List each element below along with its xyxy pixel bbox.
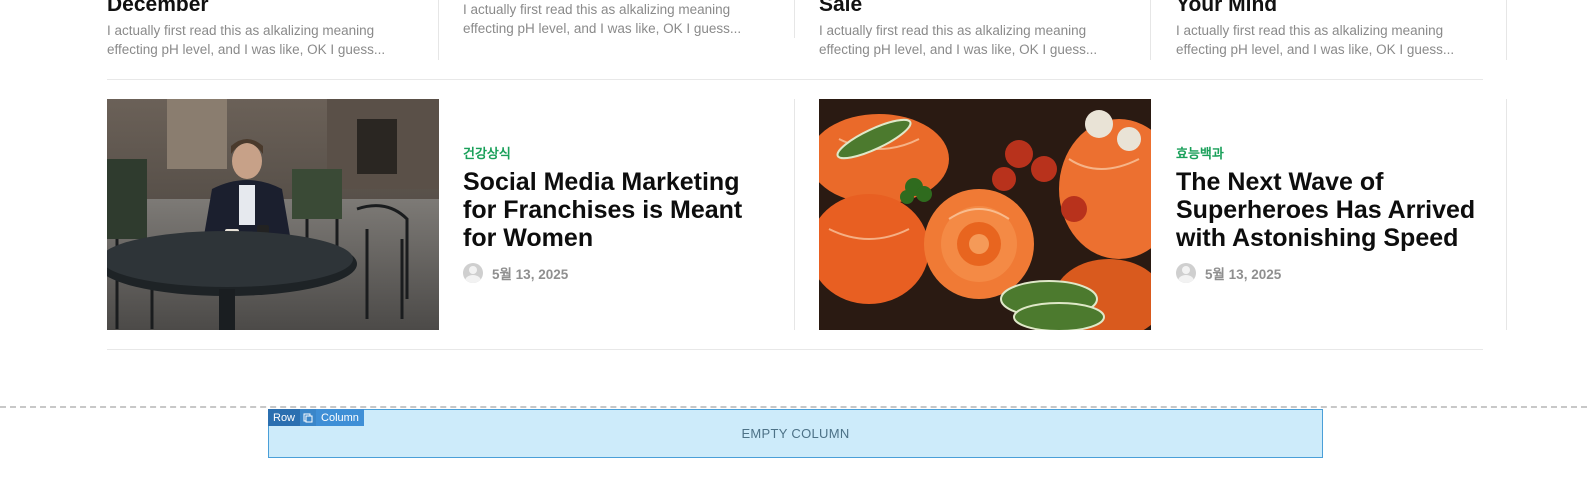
post-meta: 5월 13, 2025	[463, 263, 568, 283]
column-tab[interactable]: Column	[316, 409, 364, 426]
column-divider	[438, 0, 439, 60]
row-boundary-dashed	[0, 406, 1587, 408]
post-thumbnail-man-cafe[interactable]	[107, 99, 439, 330]
salmon-sushi-photo	[819, 99, 1151, 330]
post-date: 5월 13, 2025	[492, 267, 569, 282]
row-separator	[107, 79, 1483, 80]
post-title[interactable]: The Next Wave of Superheroes Has Arrived…	[1176, 168, 1476, 252]
post-meta: 5월 13, 2025	[1176, 263, 1281, 283]
top-card-excerpt-3: I actually first read this as alkalizing…	[819, 23, 1098, 57]
post-thumbnail-salmon-sushi[interactable]	[819, 99, 1151, 330]
column-divider	[1506, 0, 1507, 60]
empty-column-dropzone[interactable]: EMPTY COLUMN	[268, 409, 1323, 458]
post-date: 5월 13, 2025	[1205, 267, 1282, 282]
builder-toolbar: Row Column	[268, 409, 364, 426]
row-tab[interactable]: Row	[268, 409, 301, 426]
row-separator	[107, 349, 1483, 350]
top-card-excerpt-1: I actually first read this as alkalizing…	[107, 23, 386, 57]
man-cafe-photo	[107, 99, 439, 330]
top-card-title-1[interactable]: December	[107, 0, 209, 15]
column-divider	[794, 99, 795, 330]
post-title[interactable]: Social Media Marketing for Franchises is…	[463, 168, 763, 252]
copy-icon[interactable]	[300, 409, 317, 426]
empty-column-label: EMPTY COLUMN	[741, 426, 850, 441]
column-divider	[1150, 0, 1151, 60]
post-category[interactable]: 효능백과	[1176, 143, 1224, 162]
column-divider	[1506, 99, 1507, 330]
author-avatar-icon[interactable]	[1176, 263, 1196, 283]
top-card-excerpt-4: I actually first read this as alkalizing…	[1176, 23, 1455, 57]
top-card-title-4[interactable]: Your Mind	[1176, 0, 1277, 15]
post-category[interactable]: 건강상식	[463, 143, 511, 162]
column-divider	[794, 0, 795, 38]
top-card-title-3[interactable]: Sale	[819, 0, 862, 15]
top-card-excerpt-2: I actually first read this as alkalizing…	[463, 2, 742, 36]
author-avatar-icon[interactable]	[463, 263, 483, 283]
